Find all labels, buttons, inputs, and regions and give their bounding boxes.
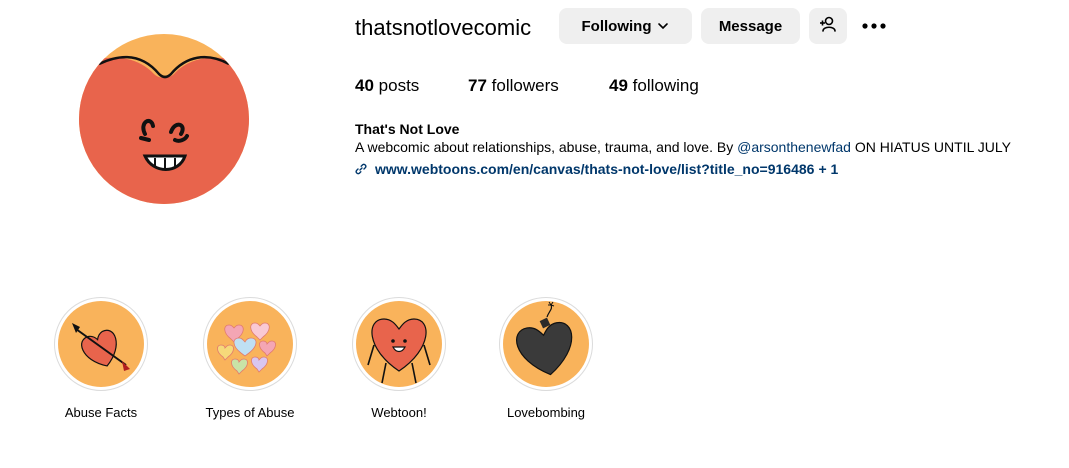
chevron-down-icon xyxy=(657,20,669,32)
more-options-icon[interactable] xyxy=(861,14,887,38)
heart-character-icon xyxy=(356,301,442,387)
arrow-heart-icon xyxy=(58,301,144,387)
highlight-label: Types of Abuse xyxy=(205,405,295,420)
posts-count: 40 xyxy=(355,76,374,95)
highlight-types-of-abuse[interactable]: Types of Abuse xyxy=(202,297,298,420)
following-count: 49 xyxy=(609,76,628,95)
bio-mention-link[interactable]: @arsonthenewfad xyxy=(737,139,851,155)
profile-avatar[interactable] xyxy=(79,34,249,204)
highlight-lovebombing[interactable]: Lovebombing xyxy=(498,297,594,420)
posts-label: posts xyxy=(378,76,420,95)
bio-name: That's Not Love xyxy=(355,121,460,137)
highlight-ring xyxy=(203,297,297,391)
profile-bio: That's Not Love A webcomic about relatio… xyxy=(355,120,1055,178)
following-button[interactable]: Following xyxy=(559,8,692,44)
highlight-label: Lovebombing xyxy=(506,405,586,420)
highlight-label: Webtoon! xyxy=(371,405,427,420)
highlight-ring xyxy=(499,297,593,391)
highlight-abuse-facts[interactable]: Abuse Facts xyxy=(53,297,149,420)
bomb-heart-icon xyxy=(503,301,589,387)
highlight-ring xyxy=(54,297,148,391)
followers-count: 77 xyxy=(468,76,487,95)
bio-more-links[interactable]: + 1 xyxy=(818,160,838,178)
candy-hearts-icon xyxy=(207,301,293,387)
highlight-webtoon[interactable]: Webtoon! xyxy=(351,297,447,420)
link-icon xyxy=(355,163,367,175)
following-label: following xyxy=(632,76,699,95)
bio-text-after: ON HIATUS UNTIL JULY xyxy=(850,139,1011,155)
bio-text-before: A webcomic about relationships, abuse, t… xyxy=(355,139,738,155)
heart-character-avatar-icon xyxy=(79,34,249,204)
message-button-label: Message xyxy=(718,17,783,35)
following-button-label: Following xyxy=(581,17,652,35)
suggested-users-button[interactable] xyxy=(809,8,847,44)
username: thatsnotlovecomic xyxy=(355,15,532,40)
followers-stat[interactable]: 77 followers xyxy=(468,76,559,96)
bio-text: A webcomic about relationships, abuse, t… xyxy=(355,138,1055,156)
followers-label: followers xyxy=(491,76,559,95)
bio-link-row: www.webtoons.com/en/canvas/thats-not-lov… xyxy=(355,160,1055,178)
profile-header: thatsnotlovecomic Following Message xyxy=(355,8,1069,48)
message-button[interactable]: Message xyxy=(701,8,800,44)
highlight-ring xyxy=(352,297,446,391)
highlight-label: Abuse Facts xyxy=(64,405,138,420)
posts-stat: 40 posts xyxy=(355,76,419,96)
add-person-icon xyxy=(819,15,837,37)
bio-external-link[interactable]: www.webtoons.com/en/canvas/thats-not-lov… xyxy=(375,160,814,178)
following-stat[interactable]: 49 following xyxy=(609,76,699,96)
